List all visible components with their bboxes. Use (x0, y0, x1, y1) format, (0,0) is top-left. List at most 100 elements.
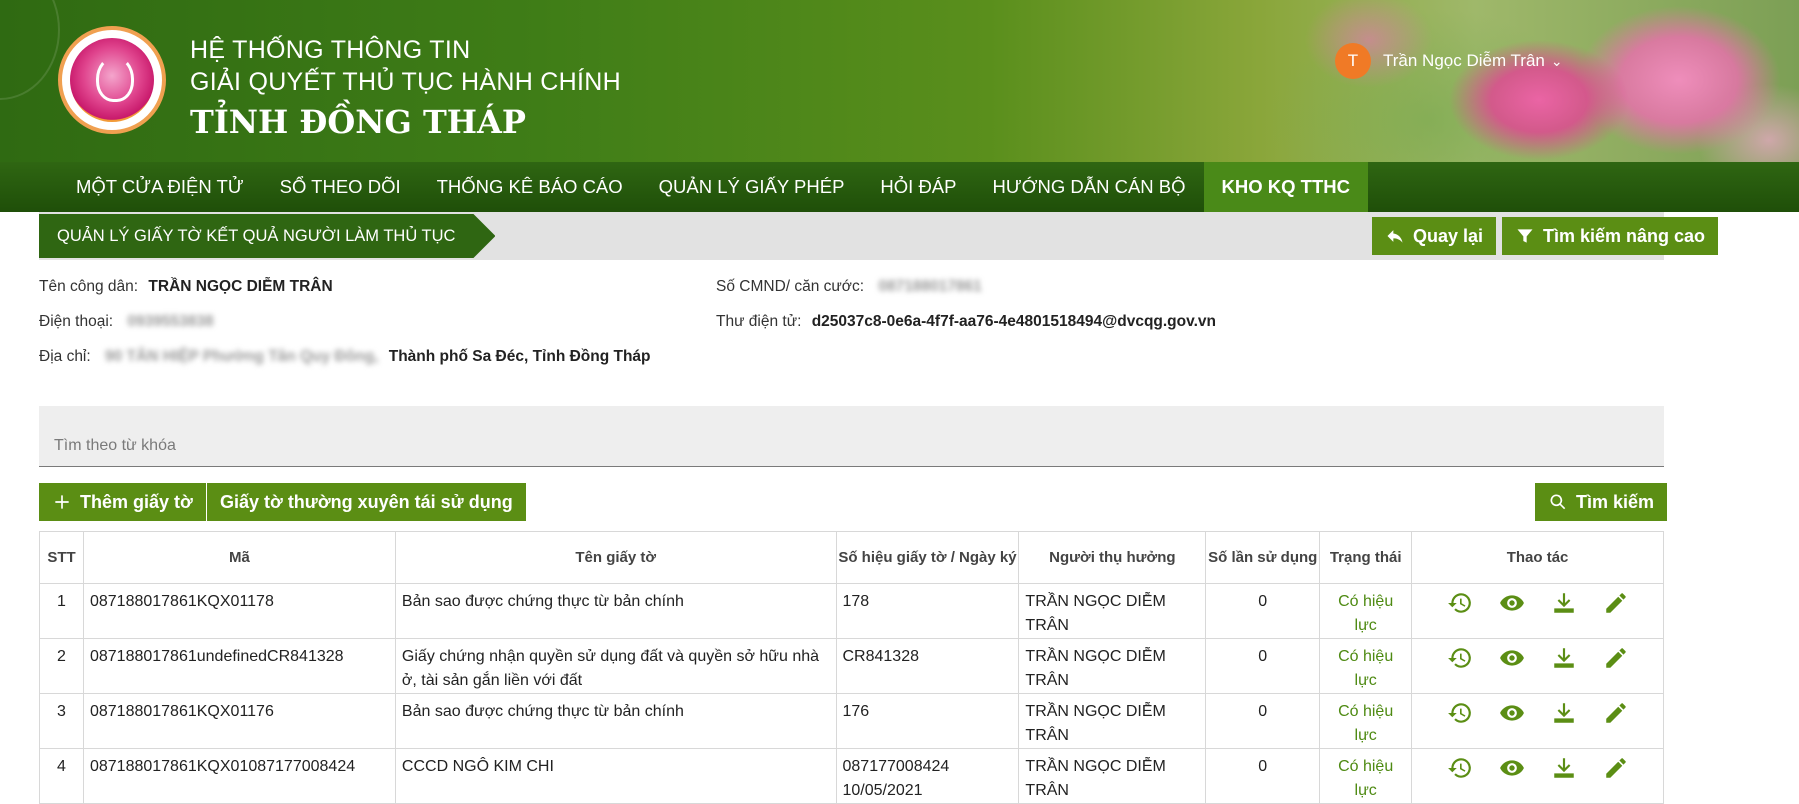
history-icon[interactable] (1447, 755, 1473, 781)
citizen-name: TRẦN NGỌC DIỄM TRÂN (148, 278, 333, 295)
nav-item-thong-ke[interactable]: THỐNG KÊ BÁO CÁO (419, 162, 641, 212)
download-icon[interactable] (1551, 755, 1577, 781)
col-header-beneficiary[interactable]: Người thụ hưởng (1018, 531, 1207, 584)
citizen-email: d25037c8-0e6a-4f7f-aa76-4e4801518494@dvc… (811, 313, 1216, 330)
cell-beneficiary: TRẦN NGỌC DIỄM TRÂN (1018, 748, 1207, 804)
title-bar: QUẢN LÝ GIẤY TỜ KẾT QUẢ NGƯỜI LÀM THỦ TỤ… (39, 212, 1719, 260)
nav-item-giay-phep[interactable]: QUẢN LÝ GIẤY PHÉP (641, 162, 863, 212)
site-brand: HỆ THỐNG THÔNG TIN GIẢI QUYẾT THỦ TỤC HÀ… (190, 34, 621, 144)
col-header-number[interactable]: Số hiệu giấy tờ / Ngày ký (835, 531, 1020, 584)
eye-icon[interactable] (1499, 700, 1525, 726)
brand-line-3: TỈNH ĐỒNG THÁP (190, 103, 526, 141)
cell-number-value: 176 (842, 703, 870, 720)
table-row[interactable]: 3 087188017861KQX01176 Bản sao được chứng … (39, 693, 1664, 749)
citizen-address: Thành phố Sa Đéc, Tỉnh Đồng Tháp (388, 348, 651, 365)
col-header-stt[interactable]: STT (39, 531, 84, 584)
user-menu[interactable]: T Trần Ngọc Diễm Trân ⌄ (1335, 43, 1563, 79)
brand-line-1: HỆ THỐNG THÔNG TIN (190, 36, 471, 64)
col-header-name[interactable]: Tên giấy tờ (394, 531, 837, 584)
cell-beneficiary: TRẦN NGỌC DIỄM TRÂN (1018, 638, 1207, 694)
cell-actions (1411, 693, 1664, 749)
cell-sign-date: 10/05/2021 (842, 782, 923, 799)
citizen-id-label: Số CMND/ căn cước: (716, 278, 865, 295)
history-icon[interactable] (1447, 590, 1473, 616)
cell-actions (1411, 583, 1664, 639)
frequent-documents-button[interactable]: Giấy tờ thường xuyên tái sử dụng (207, 483, 526, 521)
cell-uses: 0 (1205, 693, 1321, 749)
cell-name: Giấy chứng nhận quyền sử dụng đất và quy… (394, 638, 837, 694)
cell-number-value: CR841328 (842, 648, 920, 665)
col-header-code[interactable]: Mã (82, 531, 396, 584)
citizen-email-row: Thư điện tử: d25037c8-0e6a-4f7f-aa76-4e4… (716, 313, 1216, 331)
status-badge: Có hiệu lực (1319, 583, 1413, 639)
cell-uses: 0 (1205, 638, 1321, 694)
table-row[interactable]: 2 087188017861undefinedCR841328 Giấy chứng… (39, 638, 1664, 694)
citizen-phone-row: Điện thoại: 0939553838 (39, 313, 214, 331)
plus-icon (55, 495, 69, 509)
cell-beneficiary: TRẦN NGỌC DIỄM TRÂN (1018, 583, 1207, 639)
chevron-down-icon: ⌄ (1550, 52, 1563, 69)
nav-item-huong-dan[interactable]: HƯỚNG DẪN CÁN BỘ (975, 162, 1204, 212)
cell-number: CR841328 (835, 638, 1020, 694)
pencil-icon[interactable] (1603, 590, 1629, 616)
citizen-phone-label: Điện thoại: (39, 313, 114, 330)
lotus-banner-image (1179, 0, 1799, 162)
page-title: QUẢN LÝ GIẤY TỜ KẾT QUẢ NGƯỜI LÀM THỦ TỤ… (39, 214, 495, 258)
download-icon[interactable] (1551, 700, 1577, 726)
table-row[interactable]: 4 087188017861KQX01087177008424 CCCD NGÔ K… (39, 748, 1664, 804)
nav-item-so-theo-doi[interactable]: SỔ THEO DÕI (262, 162, 419, 212)
citizen-name-row: Tên công dân: TRẦN NGỌC DIỄM TRÂN (39, 278, 333, 296)
status-badge: Có hiệu lực (1319, 748, 1413, 804)
cell-beneficiary: TRẦN NGỌC DIỄM TRÂN (1018, 693, 1207, 749)
main-nav: MỘT CỬA ĐIỆN TỬ SỔ THEO DÕI THỐNG KÊ BÁO… (0, 162, 1799, 212)
status-badge: Có hiệu lực (1319, 693, 1413, 749)
table-row[interactable]: 1 087188017861KQX01178 Bản sao được chứng … (39, 583, 1664, 639)
add-document-label: Thêm giấy tờ (80, 491, 193, 512)
download-icon[interactable] (1551, 590, 1577, 616)
col-header-status[interactable]: Trạng thái (1319, 531, 1413, 584)
filter-icon (1517, 229, 1533, 243)
pencil-icon[interactable] (1603, 700, 1629, 726)
col-header-actions: Thao tác (1411, 531, 1664, 584)
download-icon[interactable] (1551, 645, 1577, 671)
citizen-phone-value: 0939553838 (127, 313, 214, 330)
advanced-search-button[interactable]: Tìm kiếm nâng cao (1502, 217, 1719, 255)
decorative-leaf (0, 0, 60, 100)
nav-item-mot-cua[interactable]: MỘT CỬA ĐIỆN TỬ (58, 162, 262, 212)
eye-icon[interactable] (1499, 755, 1525, 781)
nav-item-hoi-dap[interactable]: HỎI ĐÁP (862, 162, 974, 212)
nav-item-kho-kq[interactable]: KHO KQ TTHC (1203, 162, 1369, 212)
pencil-icon[interactable] (1603, 645, 1629, 671)
frequent-documents-label: Giấy tờ thường xuyên tái sử dụng (220, 491, 513, 512)
user-name: Trần Ngọc Diễm Trân (1383, 51, 1545, 70)
add-document-button[interactable]: Thêm giấy tờ (39, 483, 206, 521)
cell-stt: 3 (39, 693, 84, 749)
cell-actions (1411, 638, 1664, 694)
pencil-icon[interactable] (1603, 755, 1629, 781)
back-button[interactable]: Quay lại (1372, 217, 1497, 255)
cell-name: Bản sao được chứng thực từ bản chính (394, 693, 837, 749)
cell-uses: 0 (1205, 748, 1321, 804)
cell-stt: 4 (39, 748, 84, 804)
citizen-email-label: Thư điện tử: (716, 313, 802, 330)
history-icon[interactable] (1447, 645, 1473, 671)
cell-number: 178 (835, 583, 1020, 639)
keyword-search-box (39, 406, 1664, 467)
eye-icon[interactable] (1499, 590, 1525, 616)
province-logo[interactable] (58, 26, 166, 134)
cell-actions (1411, 748, 1664, 804)
keyword-search-input[interactable] (39, 406, 1664, 466)
col-header-uses[interactable]: Số lần sử dụng (1205, 531, 1321, 584)
search-button[interactable]: Tìm kiếm (1535, 483, 1668, 521)
citizen-address-hidden: 90 TÂN HIỆP Phường Tân Quy Đông, (105, 348, 379, 365)
table-header-row: STT Mã Tên giấy tờ Số hiệu giấy tờ / Ngà… (39, 531, 1664, 584)
citizen-name-label: Tên công dân: (39, 278, 139, 295)
cell-stt: 1 (39, 583, 84, 639)
history-icon[interactable] (1447, 700, 1473, 726)
advanced-search-label: Tìm kiếm nâng cao (1543, 225, 1706, 246)
cell-name: CCCD NGÔ KIM CHI (394, 748, 837, 804)
cell-code: 087188017861KQX01176 (82, 693, 396, 749)
search-button-label: Tìm kiếm (1576, 491, 1655, 512)
eye-icon[interactable] (1499, 645, 1525, 671)
cell-code: 087188017861KQX01178 (82, 583, 396, 639)
